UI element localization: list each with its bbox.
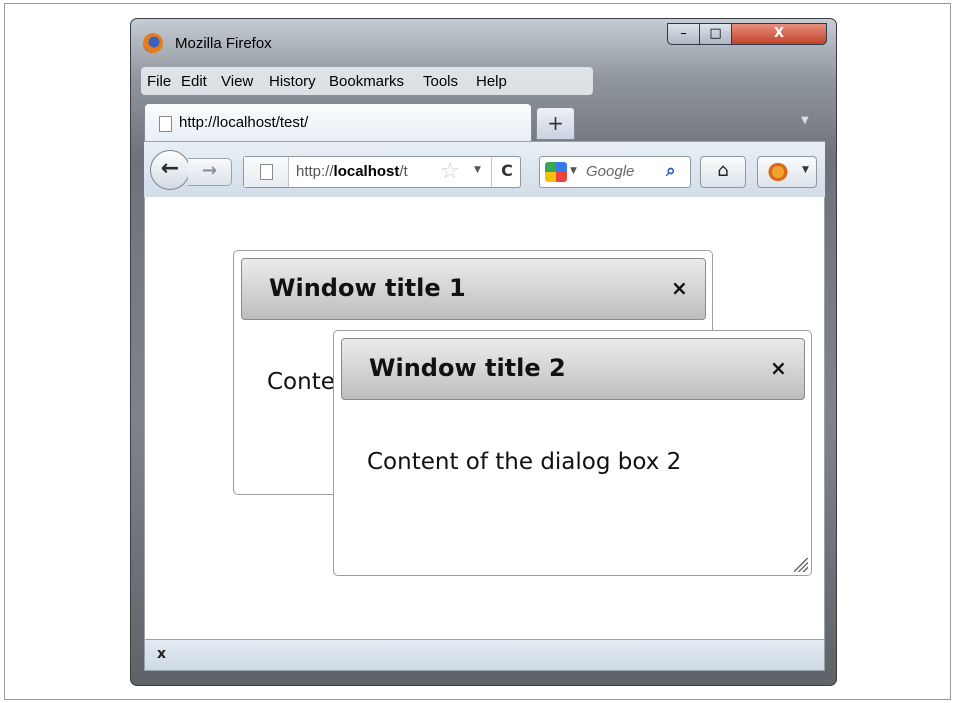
forward-button[interactable]: →: [188, 158, 232, 186]
search-input[interactable]: Google: [586, 163, 634, 180]
menu-bar: File Edit View History Bookmarks Tools H…: [141, 67, 593, 95]
new-tab-button[interactable]: +: [536, 107, 575, 140]
reload-button[interactable]: C: [491, 157, 522, 187]
title-bar: Mozilla Firefox – □ X: [131, 19, 836, 57]
resize-grip[interactable]: [794, 558, 808, 572]
search-bar[interactable]: ▼ Google ⌕: [539, 156, 691, 188]
tab-label: http://localhost/test/: [179, 114, 309, 131]
page-icon: [260, 164, 273, 180]
dialog-1-title: Window title 1: [269, 274, 466, 302]
history-chevron-down-icon[interactable]: ▼: [474, 165, 481, 175]
navigation-toolbar: ← → http://localhost/t ☆ ▼ C ▼ Google ⌕ …: [144, 141, 825, 198]
dialog-1-close-icon[interactable]: ×: [671, 276, 688, 300]
menu-help[interactable]: Help: [476, 73, 507, 90]
window-title: Mozilla Firefox: [175, 35, 272, 52]
menu-tools[interactable]: Tools: [423, 73, 458, 90]
firefox-window: Mozilla Firefox – □ X File Edit View His…: [130, 18, 837, 686]
dialog-2-content: Content of the dialog box 2: [367, 449, 682, 475]
search-engine-chevron-down-icon[interactable]: ▼: [570, 166, 577, 176]
menu-bookmarks[interactable]: Bookmarks: [329, 73, 404, 90]
firefox-logo-icon: [143, 33, 163, 53]
status-close-icon[interactable]: x: [157, 646, 166, 662]
search-icon[interactable]: ⌕: [666, 161, 676, 181]
menu-view[interactable]: View: [221, 73, 253, 90]
dialog-2-title: Window title 2: [369, 354, 566, 382]
google-logo-icon[interactable]: [545, 162, 567, 182]
dialog-2[interactable]: Window title 2 × Content of the dialog b…: [333, 330, 812, 576]
menu-history[interactable]: History: [269, 73, 316, 90]
dialog-1-title-bar[interactable]: Window title 1 ×: [241, 258, 706, 320]
status-bar: x: [144, 639, 825, 671]
dialog-2-close-icon[interactable]: ×: [770, 356, 787, 380]
site-identity-button[interactable]: [244, 157, 289, 187]
maximize-button[interactable]: □: [699, 23, 732, 45]
back-button[interactable]: ←: [150, 150, 190, 190]
chevron-down-icon[interactable]: ▼: [802, 165, 809, 175]
tab-localhost[interactable]: http://localhost/test/: [144, 103, 532, 143]
home-button[interactable]: ⌂: [700, 156, 746, 188]
dialog-2-title-bar[interactable]: Window title 2 ×: [341, 338, 805, 400]
page-icon: [159, 116, 172, 132]
url-text[interactable]: http://localhost/t: [296, 163, 436, 180]
bookmark-star-icon[interactable]: ☆: [440, 158, 460, 186]
page-content: Window title 1 × Content of the dialog b…: [144, 197, 825, 639]
firebug-button[interactable]: ▼: [757, 156, 817, 188]
menu-edit[interactable]: Edit: [181, 73, 207, 90]
tab-list-chevron-down-icon[interactable]: ▼: [801, 115, 809, 126]
minimize-button[interactable]: –: [667, 23, 700, 45]
close-window-button[interactable]: X: [731, 23, 827, 45]
url-bar[interactable]: http://localhost/t ☆ ▼ C: [243, 156, 521, 188]
firebug-icon: [768, 163, 788, 181]
menu-file[interactable]: File: [147, 73, 171, 90]
